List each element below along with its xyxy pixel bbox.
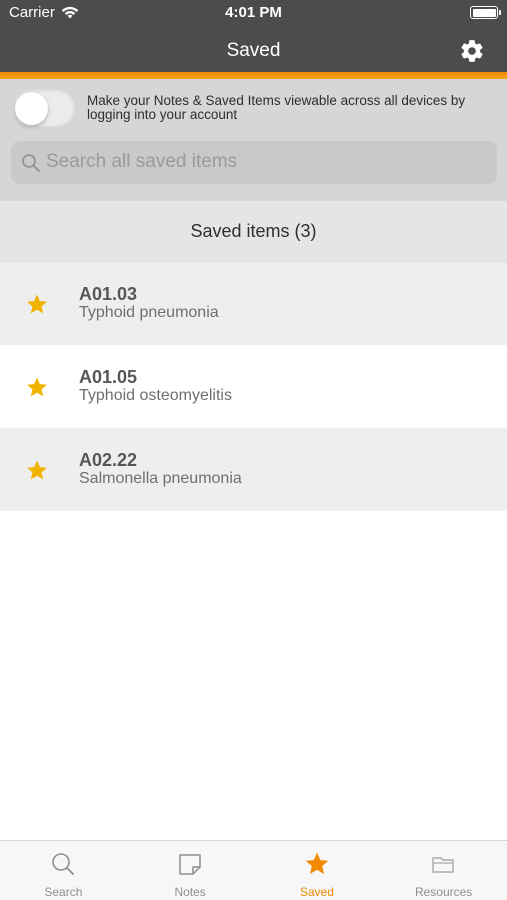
- sync-message: Make your Notes & Saved Items viewable a…: [87, 93, 466, 122]
- star-icon[interactable]: [25, 458, 49, 482]
- search-input[interactable]: Search all saved items: [11, 141, 497, 184]
- star-icon[interactable]: [25, 375, 49, 399]
- notes-icon: [179, 854, 201, 875]
- section-header: Saved items (3): [0, 201, 507, 262]
- tab-resources[interactable]: Resources: [380, 841, 507, 900]
- item-code: A01.03: [79, 284, 138, 304]
- list-item[interactable]: A02.22 Salmonella pneumonia: [0, 428, 507, 511]
- section-title: Saved items (3): [190, 221, 317, 241]
- sync-panel: Make your Notes & Saved Items viewable a…: [0, 79, 507, 201]
- tab-search[interactable]: Search: [0, 841, 127, 900]
- tab-notes[interactable]: Notes: [127, 841, 254, 900]
- item-code: A02.22: [79, 450, 138, 470]
- tab-label: Search: [44, 885, 83, 899]
- tab-label: Saved: [299, 885, 334, 899]
- page-title: Saved: [226, 40, 281, 61]
- item-description: Typhoid osteomyelitis: [79, 387, 232, 404]
- tab-bar: Search Notes Saved Resources: [0, 840, 507, 900]
- list-item[interactable]: A01.05 Typhoid osteomyelitis: [0, 345, 507, 428]
- nav-bar: Saved: [0, 26, 507, 72]
- search-icon: [52, 853, 75, 875]
- status-bar: Carrier 4:01 PM: [0, 0, 507, 26]
- folder-icon: [431, 857, 454, 873]
- tab-label: Notes: [174, 885, 206, 899]
- toggle-knob: [15, 92, 48, 125]
- search-placeholder: Search all saved items: [46, 151, 238, 172]
- tab-label: Resources: [414, 885, 473, 899]
- item-description: Typhoid pneumonia: [79, 304, 219, 321]
- status-time: 4:01 PM: [225, 4, 282, 21]
- tab-saved[interactable]: Saved: [254, 841, 381, 900]
- item-description: Salmonella pneumonia: [79, 470, 242, 487]
- sync-toggle[interactable]: [13, 90, 75, 127]
- accent-stripe: [0, 72, 507, 79]
- star-icon[interactable]: [25, 292, 49, 316]
- app-root: Carrier 4:01 PM Saved Make your Notes & …: [0, 0, 507, 900]
- item-code: A01.05: [79, 367, 138, 387]
- saved-items-list: A01.03 Typhoid pneumonia A01.05 Typhoid …: [0, 262, 507, 511]
- battery-icon: [470, 6, 501, 19]
- gear-icon[interactable]: [459, 38, 485, 64]
- search-icon: [22, 154, 40, 172]
- list-item[interactable]: A01.03 Typhoid pneumonia: [0, 262, 507, 345]
- star-icon: [305, 852, 329, 874]
